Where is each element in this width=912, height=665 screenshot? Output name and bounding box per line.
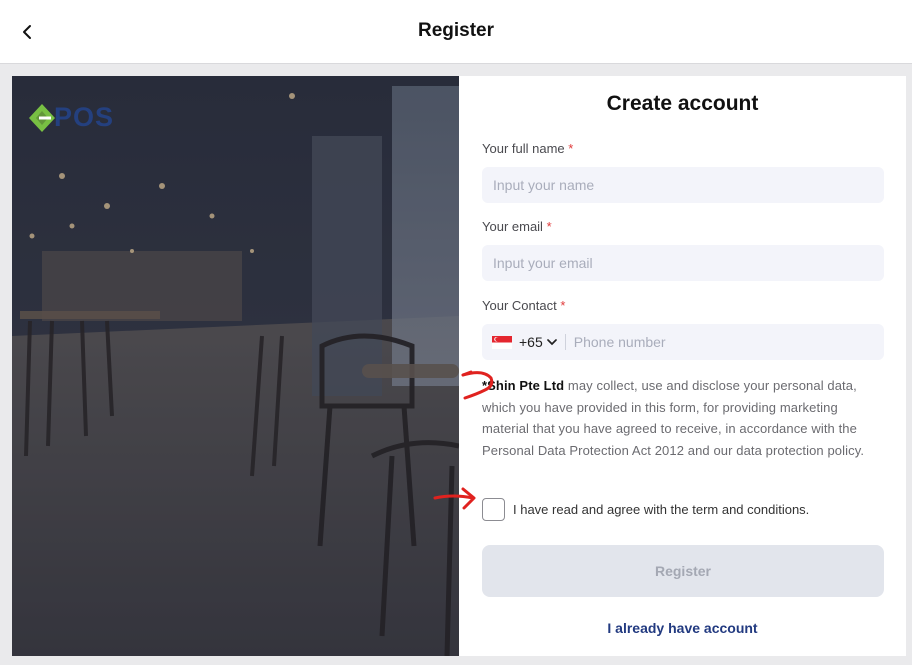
annotation-arrow-icon <box>461 370 494 400</box>
chevron-down-icon <box>546 339 557 346</box>
email-label-text: Your email <box>482 219 543 234</box>
contact-label-text: Your Contact <box>482 298 557 313</box>
top-bar: Register <box>0 0 912 64</box>
terms-label: I have read and agree with the term and … <box>513 502 810 517</box>
singapore-flag-icon <box>492 335 512 349</box>
country-code: +65 <box>519 334 543 350</box>
email-input[interactable] <box>482 245 884 281</box>
register-card: POS Create account Your full name * Your… <box>12 76 906 656</box>
required-mark: * <box>560 298 566 313</box>
fullname-label-text: Your full name <box>482 141 565 156</box>
terms-row[interactable]: I have read and agree with the term and … <box>482 498 809 521</box>
login-link[interactable]: I already have account <box>459 620 906 636</box>
registration-form: Create account Your full name * Your ema… <box>433 76 906 656</box>
required-mark: * <box>546 219 552 234</box>
page-title: Register <box>417 20 495 41</box>
terms-checkbox[interactable] <box>482 498 505 521</box>
email-label: Your email * <box>482 219 552 234</box>
email-field[interactable] <box>482 245 884 281</box>
country-code-select[interactable]: +65 <box>482 324 566 360</box>
annotation-arrow-icon <box>433 487 476 510</box>
epos-mark-icon <box>29 103 55 132</box>
logo-text: POS <box>54 102 115 132</box>
fullname-field[interactable] <box>482 167 884 203</box>
contact-label: Your Contact * <box>482 298 565 313</box>
form-title: Create account <box>606 92 759 115</box>
fullname-input[interactable] <box>482 167 884 203</box>
phone-input[interactable] <box>565 324 884 360</box>
register-button[interactable]: Register <box>482 545 884 597</box>
restaurant-photo: POS <box>12 76 459 656</box>
fullname-label: Your full name * <box>482 141 573 156</box>
brand-logo: POS <box>28 102 114 133</box>
required-mark: * <box>568 141 574 156</box>
consent-text: *Shin Pte Ltd may collect, use and discl… <box>482 375 886 461</box>
phone-field[interactable]: +65 <box>482 324 884 360</box>
